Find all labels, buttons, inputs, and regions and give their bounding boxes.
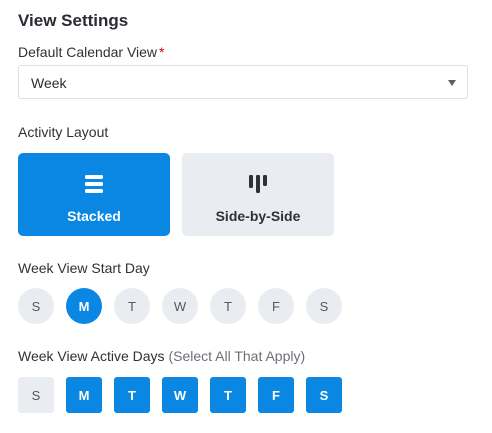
default-calendar-view-select[interactable]: Week <box>18 65 468 99</box>
layout-option-stacked[interactable]: Stacked <box>18 153 170 236</box>
active-day-thursday[interactable]: T <box>210 377 246 413</box>
activity-layout-label: Activity Layout <box>18 124 109 140</box>
start-day-sunday[interactable]: S <box>18 288 54 324</box>
active-days-hint: (Select All That Apply) <box>168 348 306 364</box>
default-calendar-view-value: Week <box>31 75 67 91</box>
start-day-tuesday[interactable]: T <box>114 288 150 324</box>
active-day-monday[interactable]: M <box>66 377 102 413</box>
week-start-day-label: Week View Start Day <box>18 260 150 276</box>
layout-option-side-by-side-label: Side-by-Side <box>215 208 301 224</box>
start-day-monday[interactable]: M <box>66 288 102 324</box>
active-day-tuesday[interactable]: T <box>114 377 150 413</box>
chevron-down-icon <box>448 80 456 86</box>
active-day-sunday[interactable]: S <box>18 377 54 413</box>
default-calendar-view-label: Default Calendar View * <box>18 44 165 60</box>
start-day-thursday[interactable]: T <box>210 288 246 324</box>
active-days-label: Week View Active Days (Select All That A… <box>18 348 305 364</box>
required-mark: * <box>159 44 165 60</box>
start-day-friday[interactable]: F <box>258 288 294 324</box>
active-days-label-text: Week View Active Days <box>18 348 165 364</box>
start-day-wednesday[interactable]: W <box>162 288 198 324</box>
start-day-saturday[interactable]: S <box>306 288 342 324</box>
active-day-wednesday[interactable]: W <box>162 377 198 413</box>
layout-option-side-by-side[interactable]: Side-by-Side <box>182 153 334 236</box>
stacked-rows-icon <box>85 175 103 198</box>
section-title: View Settings <box>18 11 129 30</box>
layout-option-stacked-label: Stacked <box>67 208 121 224</box>
active-day-friday[interactable]: F <box>258 377 294 413</box>
active-day-saturday[interactable]: S <box>306 377 342 413</box>
default-calendar-view-label-text: Default Calendar View <box>18 44 158 60</box>
side-by-side-columns-icon <box>249 175 267 198</box>
